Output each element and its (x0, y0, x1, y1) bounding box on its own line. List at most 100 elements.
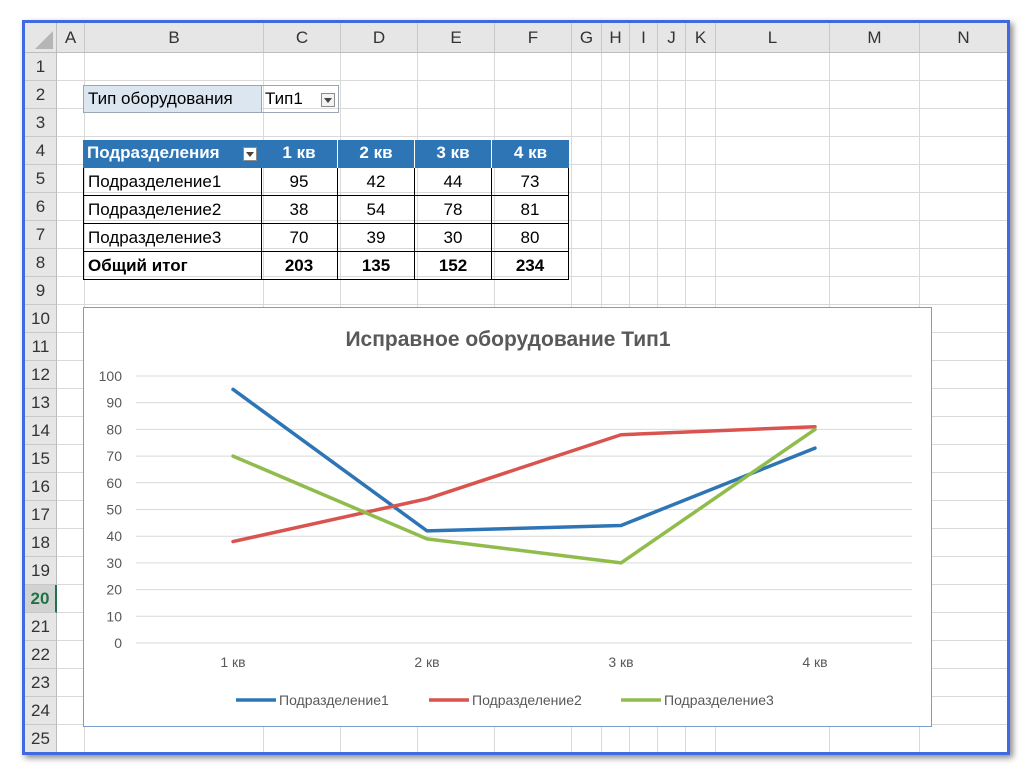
line-chart[interactable]: Исправное оборудование Тип1 0 10 20 30 40 50 60… (83, 307, 932, 727)
y-tick-label: 0 (114, 635, 122, 651)
pivot-header-q2: 2 кв (338, 140, 415, 168)
row-header-8[interactable]: 8 (25, 249, 57, 277)
y-tick-label: 40 (106, 528, 122, 544)
row-gridline (57, 752, 1007, 753)
row-header-13[interactable]: 13 (25, 389, 57, 417)
row-header-15[interactable]: 15 (25, 445, 57, 473)
spreadsheet-window: A B C D E F G H I J K L M N 1 2 3 4 5 6 7 8 9 10 11 12 13 14 15 16 17 1… (22, 20, 1010, 755)
pivot-header-q1: 1 кв (261, 140, 338, 168)
grand-total-value[interactable]: 152 (415, 252, 492, 280)
x-tick-label: 2 кв (414, 654, 439, 670)
filter-value: Тип1 (265, 89, 303, 108)
y-tick-label: 100 (99, 368, 123, 384)
y-tick-label: 10 (106, 608, 122, 624)
column-header-d[interactable]: D (341, 23, 418, 53)
pivot-value-cell[interactable]: 44 (415, 168, 492, 196)
column-header-i[interactable]: I (630, 23, 658, 53)
row-header-21[interactable]: 21 (25, 613, 57, 641)
pivot-value-cell[interactable]: 42 (338, 168, 415, 196)
grand-total-value[interactable]: 203 (261, 252, 338, 280)
pivot-row-label[interactable]: Подразделение1 (83, 168, 262, 196)
column-header-g[interactable]: G (572, 23, 602, 53)
pivot-value-cell[interactable]: 30 (415, 224, 492, 252)
row-header-1[interactable]: 1 (25, 53, 57, 81)
row-header-16[interactable]: 16 (25, 473, 57, 501)
row-header-2[interactable]: 2 (25, 81, 57, 109)
pivot-value-cell[interactable]: 73 (492, 168, 569, 196)
series-line-3 (231, 427, 817, 565)
chart-svg: Исправное оборудование Тип1 0 10 20 30 40 50 60… (99, 328, 912, 708)
row-header-25[interactable]: 25 (25, 725, 57, 752)
column-header-e[interactable]: E (418, 23, 495, 53)
row-header-24[interactable]: 24 (25, 697, 57, 725)
grand-total-value[interactable]: 234 (492, 252, 569, 280)
row-header-18[interactable]: 18 (25, 529, 57, 557)
row-gridline (57, 136, 1007, 137)
row-header-9[interactable]: 9 (25, 277, 57, 305)
row-gridline (57, 80, 1007, 81)
row-gridline (57, 304, 1007, 305)
y-tick-label: 70 (106, 448, 122, 464)
pivot-value-cell[interactable]: 78 (415, 196, 492, 224)
row-header-12[interactable]: 12 (25, 361, 57, 389)
pivot-header-q4: 4 кв (492, 140, 569, 168)
pivot-header-row-label-text: Подразделения (87, 143, 220, 162)
row-header-17[interactable]: 17 (25, 501, 57, 529)
row-header-4[interactable]: 4 (25, 137, 57, 165)
row-header-6[interactable]: 6 (25, 193, 57, 221)
filter-value-cell[interactable]: Тип1 (261, 85, 339, 113)
y-tick-label: 50 (106, 502, 122, 518)
column-header-f[interactable]: F (495, 23, 572, 53)
pivot-value-cell[interactable]: 70 (261, 224, 338, 252)
row-header-3[interactable]: 3 (25, 109, 57, 137)
y-tick-label: 30 (106, 555, 122, 571)
row-header-19[interactable]: 19 (25, 557, 57, 585)
pivot-row-label[interactable]: Подразделение3 (83, 224, 262, 252)
pivot-value-cell[interactable]: 81 (492, 196, 569, 224)
chart-title: Исправное оборудование Тип1 (345, 328, 670, 351)
row-header-20[interactable]: 20 (25, 585, 57, 613)
column-header-h[interactable]: H (602, 23, 630, 53)
row-header-10[interactable]: 10 (25, 305, 57, 333)
grand-total-label[interactable]: Общий итог (83, 252, 262, 280)
x-tick-label: 1 кв (220, 654, 245, 670)
x-tick-label: 4 кв (802, 654, 827, 670)
column-header-j[interactable]: J (658, 23, 686, 53)
pivot-value-cell[interactable]: 39 (338, 224, 415, 252)
legend-label-1: Подразделение1 (279, 692, 389, 708)
pivot-value-cell[interactable]: 95 (261, 168, 338, 196)
row-label-dropdown-icon[interactable] (243, 147, 257, 161)
pivot-row-label[interactable]: Подразделение2 (83, 196, 262, 224)
pivot-header-row-label[interactable]: Подразделения (83, 140, 262, 168)
y-tick-label: 20 (106, 582, 122, 598)
column-header-m[interactable]: M (830, 23, 920, 53)
select-all-triangle-icon (35, 31, 53, 49)
y-tick-label: 80 (106, 421, 122, 437)
row-header-22[interactable]: 22 (25, 641, 57, 669)
y-tick-label: 90 (106, 395, 122, 411)
pivot-value-cell[interactable]: 80 (492, 224, 569, 252)
row-header-23[interactable]: 23 (25, 669, 57, 697)
x-tick-label: 3 кв (608, 654, 633, 670)
row-header-11[interactable]: 11 (25, 333, 57, 361)
filter-label: Тип оборудования (83, 85, 262, 113)
row-header-5[interactable]: 5 (25, 165, 57, 193)
row-header-7[interactable]: 7 (25, 221, 57, 249)
column-header-b[interactable]: B (85, 23, 264, 53)
column-header-n[interactable]: N (920, 23, 1007, 53)
column-header-l[interactable]: L (716, 23, 830, 53)
column-header-k[interactable]: K (686, 23, 716, 53)
pivot-value-cell[interactable]: 38 (261, 196, 338, 224)
filter-dropdown-icon[interactable] (321, 93, 335, 107)
column-header-a[interactable]: A (57, 23, 85, 53)
grand-total-value[interactable]: 135 (338, 252, 415, 280)
pivot-value-cell[interactable]: 54 (338, 196, 415, 224)
legend-label-3: Подразделение3 (664, 692, 774, 708)
legend-label-2: Подразделение2 (472, 692, 582, 708)
pivot-header-q3: 3 кв (415, 140, 492, 168)
select-all-button[interactable] (25, 23, 57, 53)
row-header-14[interactable]: 14 (25, 417, 57, 445)
column-gridline (1007, 53, 1008, 752)
y-tick-label: 60 (106, 475, 122, 491)
column-header-c[interactable]: C (264, 23, 341, 53)
